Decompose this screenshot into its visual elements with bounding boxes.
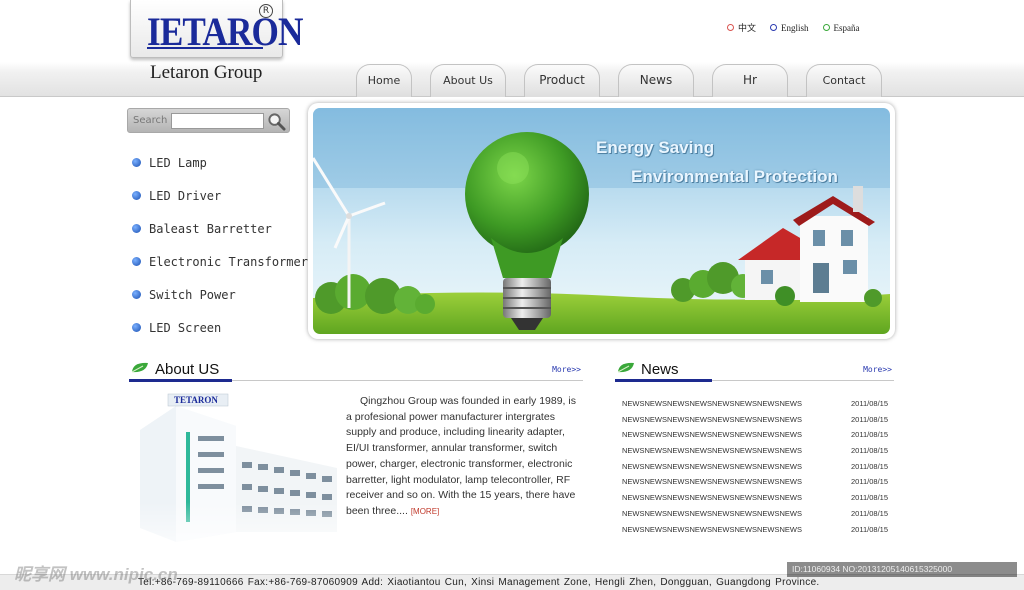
news-list: NEWSNEWSNEWSNEWSNEWSNEWSNEWSNEWS 2011/08/… [622, 396, 888, 537]
radio-dot-icon [822, 24, 830, 31]
menu-item-led-lamp[interactable]: LED Lamp [132, 146, 308, 179]
news-item[interactable]: NEWSNEWSNEWSNEWSNEWSNEWSNEWSNEWS 2011/08/… [622, 412, 888, 428]
group-name: Letaron Group [150, 62, 263, 83]
news-item-date: 2011/08/15 [851, 399, 888, 408]
news-item-date: 2011/08/15 [851, 414, 888, 424]
bullet-icon [132, 257, 141, 266]
menu-label: LED Lamp [149, 155, 207, 170]
news-item-title[interactable]: NEWSNEWSNEWSNEWSNEWSNEWSNEWSNEWS [622, 459, 802, 475]
menu-label: Electronic Transformer [149, 254, 308, 269]
news-item-date: 2011/08/15 [851, 524, 888, 534]
news-item-title[interactable]: NEWSNEWSNEWSNEWSNEWSNEWSNEWSNEWS [622, 443, 802, 459]
search-icon[interactable] [267, 112, 286, 131]
news-item-title[interactable]: NEWSNEWSNEWSNEWSNEWSNEWSNEWSNEWS [622, 522, 802, 538]
radio-dot-icon [727, 24, 734, 31]
search-label: Search [133, 115, 168, 126]
news-item-title[interactable]: NEWSNEWSNEWSNEWSNEWSNEWSNEWSNEWS [622, 490, 802, 506]
leaf-icon [617, 362, 634, 373]
menu-item-switch-power[interactable]: Switch Power [132, 278, 308, 311]
nav-news[interactable]: News [618, 64, 694, 97]
nav-about-us[interactable]: About Us [430, 64, 506, 97]
footer-contact: Tel:+86-769-89110666 Fax:+86-769-8706090… [138, 577, 820, 588]
menu-item-baleast-barretter[interactable]: Baleast Barretter [132, 212, 308, 245]
radio-dot-icon [770, 24, 778, 31]
menu-label: Baleast Barretter [149, 221, 272, 236]
menu-item-led-driver[interactable]: LED Driver [132, 179, 308, 212]
bullet-icon [132, 224, 141, 233]
nav-hr[interactable]: Hr [712, 64, 788, 97]
news-item-date: 2011/08/15 [851, 446, 888, 456]
news-item[interactable]: NEWSNEWSNEWSNEWSNEWSNEWSNEWSNEWS 2011/08/… [622, 396, 888, 412]
menu-label: LED Screen [149, 320, 222, 335]
news-title: News [641, 361, 679, 378]
news-item-date: 2011/08/15 [851, 461, 888, 471]
menu-label: Switch Power [149, 287, 236, 302]
banner-slogan-2: Environmental Protection [631, 167, 838, 186]
leaf-icon [131, 362, 148, 373]
banner: Energy Saving Environmental Protection [313, 108, 890, 334]
news-item[interactable]: NEWSNEWSNEWSNEWSNEWSNEWSNEWSNEWS 2011/08/… [622, 443, 888, 459]
news-item-title[interactable]: NEWSNEWSNEWSNEWSNEWSNEWSNEWSNEWS [622, 412, 802, 428]
registered-mark-icon: R [259, 4, 273, 18]
product-menu: LED Lamp LED Driver Baleast Barretter El… [132, 146, 308, 344]
search-box: Search [127, 108, 290, 133]
news-item-date: 2011/08/15 [851, 493, 888, 503]
about-title: About US [155, 361, 220, 378]
language-switcher: 中文 English España [727, 21, 860, 34]
about-body: Qingzhou Group was founded in early 1989… [346, 395, 576, 517]
bullet-icon [132, 290, 141, 299]
news-item[interactable]: NEWSNEWSNEWSNEWSNEWSNEWSNEWSNEWS 2011/08/… [622, 474, 888, 490]
about-more-link[interactable]: More>> [552, 365, 581, 374]
news-item-date: 2011/08/15 [851, 477, 888, 487]
lang-label: 中文 [738, 23, 757, 33]
section-underline [615, 379, 712, 382]
news-item-title[interactable]: NEWSNEWSNEWSNEWSNEWSNEWSNEWSNEWS [622, 474, 802, 490]
menu-label: LED Driver [149, 188, 222, 203]
menu-item-electronic-transformer[interactable]: Electronic Transformer [132, 245, 308, 278]
news-item[interactable]: NEWSNEWSNEWSNEWSNEWSNEWSNEWSNEWS 2011/08/… [622, 506, 888, 522]
banner-frame: Energy Saving Environmental Protection [308, 103, 895, 339]
lang-chinese[interactable]: 中文 [727, 21, 756, 34]
lang-english[interactable]: English [770, 21, 809, 34]
section-underline [129, 379, 232, 382]
bullet-icon [132, 158, 141, 167]
news-item-title[interactable]: NEWSNEWSNEWSNEWSNEWSNEWSNEWSNEWS [622, 506, 802, 522]
header: IETARON R Letaron Group 中文 English Españ… [0, 0, 1024, 97]
menu-item-led-screen[interactable]: LED Screen [132, 311, 308, 344]
about-text: Qingzhou Group was founded in early 1989… [346, 394, 582, 520]
news-item-title[interactable]: NEWSNEWSNEWSNEWSNEWSNEWSNEWSNEWS [622, 396, 802, 412]
news-item-date: 2011/08/15 [851, 430, 888, 440]
watermark-right: ID:11060934 NO:20131205140615325000 [787, 562, 1017, 577]
bullet-icon [132, 191, 141, 200]
news-section-header: News More>> [615, 357, 894, 382]
bullet-icon [132, 323, 141, 332]
news-item-date: 2011/08/15 [851, 508, 888, 518]
logo-underline [147, 47, 263, 49]
logo[interactable]: IETARON R [130, 0, 303, 58]
building-sign: TETARON [174, 395, 218, 405]
company-building-image[interactable]: TETARON [132, 392, 347, 564]
news-item[interactable]: NEWSNEWSNEWSNEWSNEWSNEWSNEWSNEWS 2011/08/… [622, 427, 888, 443]
nav-home[interactable]: Home [356, 64, 412, 97]
about-more-tag[interactable]: [MORE] [411, 507, 439, 516]
news-item-title[interactable]: NEWSNEWSNEWSNEWSNEWSNEWSNEWSNEWS [622, 427, 802, 443]
nav-contact[interactable]: Contact [806, 64, 882, 97]
news-more-link[interactable]: More>> [863, 365, 892, 374]
nav-product[interactable]: Product [524, 64, 600, 97]
watermark-left: 昵享网 www.nipic.cn [14, 565, 178, 584]
lang-label: English [781, 22, 809, 33]
news-item[interactable]: NEWSNEWSNEWSNEWSNEWSNEWSNEWSNEWS 2011/08/… [622, 459, 888, 475]
about-section-header: About US More>> [129, 357, 583, 382]
lang-spanish[interactable]: España [822, 21, 860, 34]
banner-slogan-1: Energy Saving [596, 138, 715, 157]
lang-label: España [833, 22, 860, 33]
search-input[interactable] [171, 113, 264, 129]
news-item[interactable]: NEWSNEWSNEWSNEWSNEWSNEWSNEWSNEWS 2011/08/… [622, 522, 888, 538]
news-item[interactable]: NEWSNEWSNEWSNEWSNEWSNEWSNEWSNEWS 2011/08/… [622, 490, 888, 506]
